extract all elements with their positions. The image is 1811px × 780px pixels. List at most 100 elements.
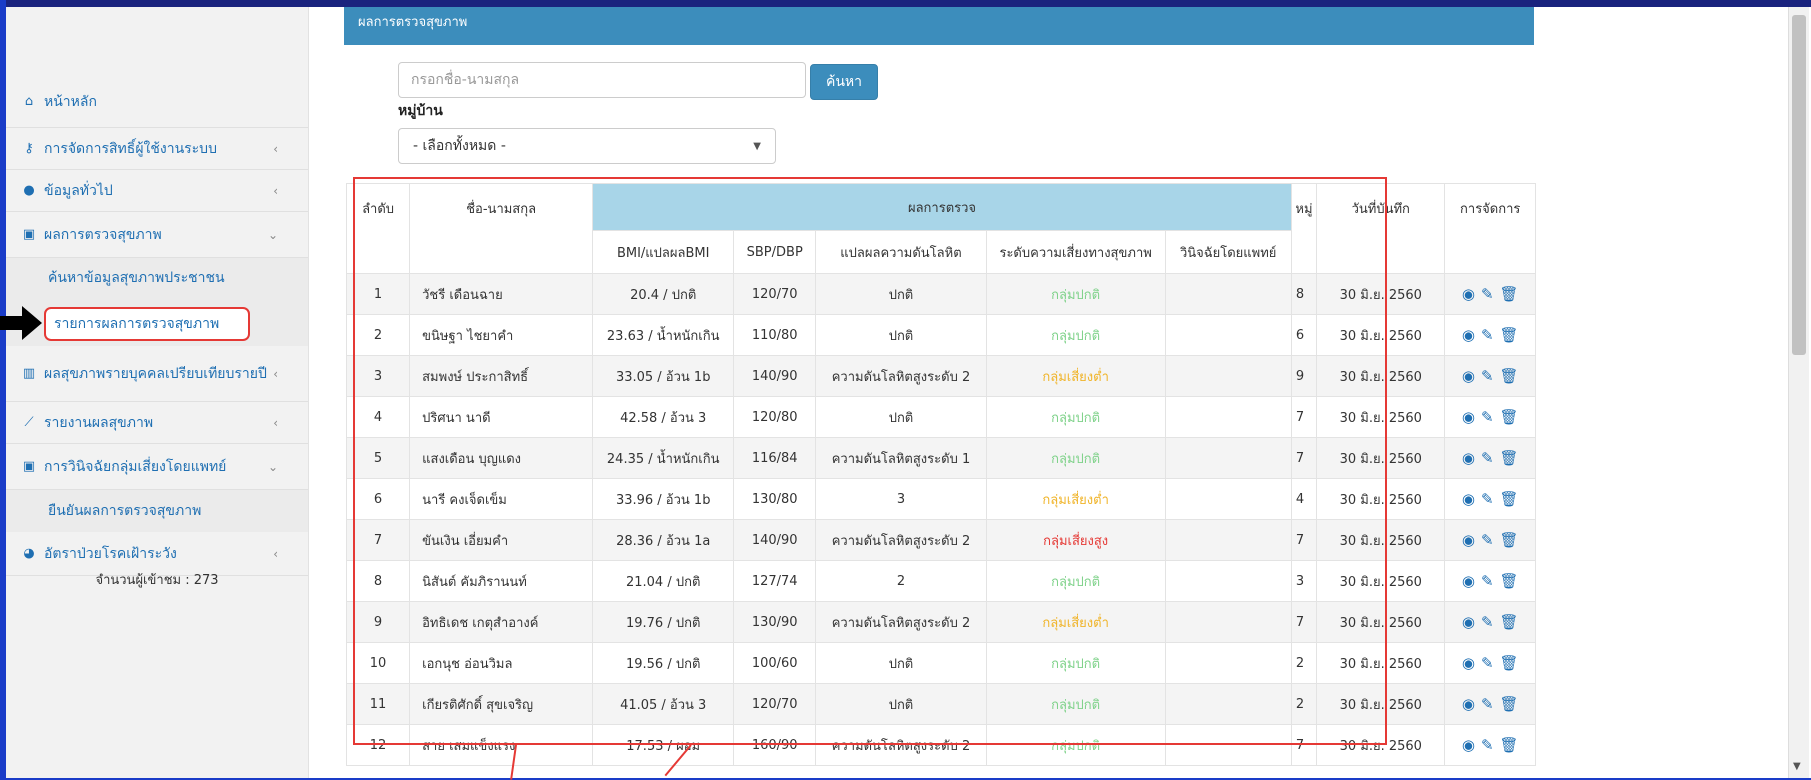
header-bmi: BMI/แปลผลBMI bbox=[592, 230, 735, 274]
chevron-left-icon: ‹ bbox=[273, 546, 278, 561]
row-doctor bbox=[1164, 519, 1292, 561]
sidebar-subitem-results-list[interactable]: รายการผลการตรวจสุขภาพ bbox=[44, 307, 250, 341]
sidebar-item-label: รายงานผลสุขภาพ bbox=[44, 414, 154, 431]
edit-icon[interactable]: ✎ bbox=[1481, 367, 1494, 385]
delete-icon[interactable]: 🗑 bbox=[1500, 449, 1519, 467]
row-doctor bbox=[1164, 273, 1292, 315]
edit-icon[interactable]: ✎ bbox=[1481, 654, 1494, 672]
delete-icon[interactable]: 🗑 bbox=[1500, 408, 1519, 426]
village-select-value: - เลือกทั้งหมด - bbox=[413, 138, 506, 154]
sidebar-item-doctor-diagnosis[interactable]: ▣ การวินิจฉัยกลุ่มเสี่ยงโดยแพทย์ ⌄ bbox=[6, 444, 308, 490]
delete-icon[interactable]: 🗑 bbox=[1500, 326, 1519, 344]
sidebar-item-general[interactable]: ● ข้อมูลทั่วไป ‹ bbox=[6, 170, 308, 212]
sidebar-item-health-report[interactable]: ⟋ รายงานผลสุขภาพ ‹ bbox=[6, 402, 308, 444]
edit-icon[interactable]: ✎ bbox=[1481, 613, 1494, 631]
panel-header: ผลการตรวจสุขภาพ bbox=[344, 7, 1534, 45]
edit-icon[interactable]: ✎ bbox=[1481, 285, 1494, 303]
view-icon[interactable]: ◉ bbox=[1462, 408, 1475, 426]
sidebar-item-permissions[interactable]: ⚷ การจัดการสิทธิ์ผู้ใช้งานระบบ ‹ bbox=[6, 128, 308, 170]
caret-down-icon: ▼ bbox=[753, 140, 761, 152]
row-risk: กลุ่มปกติ bbox=[985, 642, 1166, 684]
view-icon[interactable]: ◉ bbox=[1462, 449, 1475, 467]
key-icon: ⚷ bbox=[24, 141, 34, 156]
edit-icon[interactable]: ✎ bbox=[1481, 531, 1494, 549]
delete-icon[interactable]: 🗑 bbox=[1500, 490, 1519, 508]
table-row: 11 เกียรติศักดิ์ สุขเจริญ 41.05 / อ้วน 3 12… bbox=[345, 683, 1536, 725]
edit-icon[interactable]: ✎ bbox=[1481, 695, 1494, 713]
edit-icon[interactable]: ✎ bbox=[1481, 490, 1494, 508]
row-bp: 140/90 bbox=[733, 519, 817, 561]
delete-icon[interactable]: 🗑 bbox=[1500, 531, 1519, 549]
view-icon[interactable]: ◉ bbox=[1462, 695, 1475, 713]
delete-icon[interactable]: 🗑 bbox=[1500, 613, 1519, 631]
delete-icon[interactable]: 🗑 bbox=[1500, 654, 1519, 672]
row-actions: ◉ ✎ 🗑 bbox=[1444, 683, 1536, 725]
row-bp: 110/80 bbox=[733, 314, 817, 356]
edit-icon[interactable]: ✎ bbox=[1481, 736, 1494, 754]
table-row: 4 ปริศนา นาดี 42.58 / อ้วน 3 120/80 ปกติ กลุ่… bbox=[345, 396, 1536, 438]
chevron-left-icon: ‹ bbox=[273, 415, 278, 430]
scrollbar-thumb[interactable] bbox=[1792, 15, 1806, 355]
edit-icon[interactable]: ✎ bbox=[1481, 449, 1494, 467]
row-bp-result: ความดันโลหิตสูงระดับ 2 bbox=[815, 519, 987, 561]
view-icon[interactable]: ◉ bbox=[1462, 736, 1475, 754]
sidebar-item-compare-yearly[interactable]: ▥ ผลสุขภาพรายบุคคลเปรียบเทียบรายปี ‹ bbox=[6, 346, 308, 402]
row-risk: กลุ่มปกติ bbox=[985, 560, 1166, 602]
row-risk: กลุ่มปกติ bbox=[985, 683, 1166, 725]
delete-icon[interactable]: 🗑 bbox=[1500, 367, 1519, 385]
row-risk: กลุ่มปกติ bbox=[985, 314, 1166, 356]
view-icon[interactable]: ◉ bbox=[1462, 531, 1475, 549]
village-select[interactable]: - เลือกทั้งหมด - ▼ bbox=[398, 128, 776, 164]
search-input[interactable] bbox=[398, 62, 806, 98]
row-moo: 8 bbox=[1290, 273, 1318, 315]
view-icon[interactable]: ◉ bbox=[1462, 572, 1475, 590]
row-no: 11 bbox=[345, 683, 411, 725]
row-no: 4 bbox=[345, 396, 411, 438]
view-icon[interactable]: ◉ bbox=[1462, 367, 1475, 385]
visitor-count: จำนวนผู้เข้าชม : 273 bbox=[95, 573, 219, 588]
delete-icon[interactable]: 🗑 bbox=[1500, 736, 1519, 754]
row-name: เอกนุช อ่อนวิมล bbox=[409, 642, 594, 684]
row-actions: ◉ ✎ 🗑 bbox=[1444, 314, 1536, 356]
row-date: 30 มิ.ย. 2560 bbox=[1316, 724, 1446, 766]
view-icon[interactable]: ◉ bbox=[1462, 654, 1475, 672]
row-risk: กลุ่มปกติ bbox=[985, 396, 1166, 438]
sidebar-item-home[interactable]: ⌂ หน้าหลัก bbox=[6, 76, 308, 128]
edit-icon[interactable]: ✎ bbox=[1481, 572, 1494, 590]
sidebar-subitem-search-health[interactable]: ค้นหาข้อมูลสุขภาพประชาชน bbox=[6, 258, 308, 298]
delete-icon[interactable]: 🗑 bbox=[1500, 285, 1519, 303]
row-no: 2 bbox=[345, 314, 411, 356]
row-bp: 130/90 bbox=[733, 601, 817, 643]
delete-icon[interactable]: 🗑 bbox=[1500, 695, 1519, 713]
row-risk: กลุ่มเสี่ยงต่ำ bbox=[985, 478, 1166, 520]
sidebar-item-label: รายการผลการตรวจสุขภาพ bbox=[54, 316, 220, 332]
row-name: สมพงษ์ ประกาสิทธิ์ bbox=[409, 355, 594, 397]
row-moo: 4 bbox=[1290, 478, 1318, 520]
page-scrollbar[interactable]: ▼ bbox=[1788, 7, 1809, 778]
row-doctor bbox=[1164, 437, 1292, 479]
sidebar-item-label: อัตราป่วยโรคเฝ้าระวัง bbox=[44, 545, 177, 562]
view-icon[interactable]: ◉ bbox=[1462, 613, 1475, 631]
user-icon: ● bbox=[23, 183, 35, 198]
edit-icon[interactable]: ✎ bbox=[1481, 408, 1494, 426]
sidebar-item-health-results[interactable]: ▣ ผลการตรวจสุขภาพ ⌄ bbox=[6, 212, 308, 258]
row-bmi: 19.56 / ปกติ bbox=[592, 642, 735, 684]
row-bp-result: ความดันโลหิตสูงระดับ 1 bbox=[815, 437, 987, 479]
view-icon[interactable]: ◉ bbox=[1462, 490, 1475, 508]
row-bmi: 33.05 / อ้วน 1b bbox=[592, 355, 735, 397]
row-date: 30 มิ.ย. 2560 bbox=[1316, 683, 1446, 725]
row-bmi: 21.04 / ปกติ bbox=[592, 560, 735, 602]
delete-icon[interactable]: 🗑 bbox=[1500, 572, 1519, 590]
row-risk: กลุ่มปกติ bbox=[985, 437, 1166, 479]
sidebar-item-label: ค้นหาข้อมูลสุขภาพประชาชน bbox=[48, 270, 225, 286]
row-bp-result: ปกติ bbox=[815, 683, 987, 725]
view-icon[interactable]: ◉ bbox=[1462, 326, 1475, 344]
sidebar-subitem-confirm-results[interactable]: ยืนยันผลการตรวจสุขภาพ bbox=[6, 490, 308, 532]
view-icon[interactable]: ◉ bbox=[1462, 285, 1475, 303]
search-button[interactable]: ค้นหา bbox=[810, 64, 878, 100]
edit-icon[interactable]: ✎ bbox=[1481, 326, 1494, 344]
table-row: 7 ขันเงิน เอี่ยมคำ 28.36 / อ้วน 1a 140/90 คว… bbox=[345, 519, 1536, 561]
row-date: 30 มิ.ย. 2560 bbox=[1316, 601, 1446, 643]
scroll-down-icon[interactable]: ▼ bbox=[1793, 761, 1801, 772]
medkit-icon: ▣ bbox=[22, 227, 36, 242]
